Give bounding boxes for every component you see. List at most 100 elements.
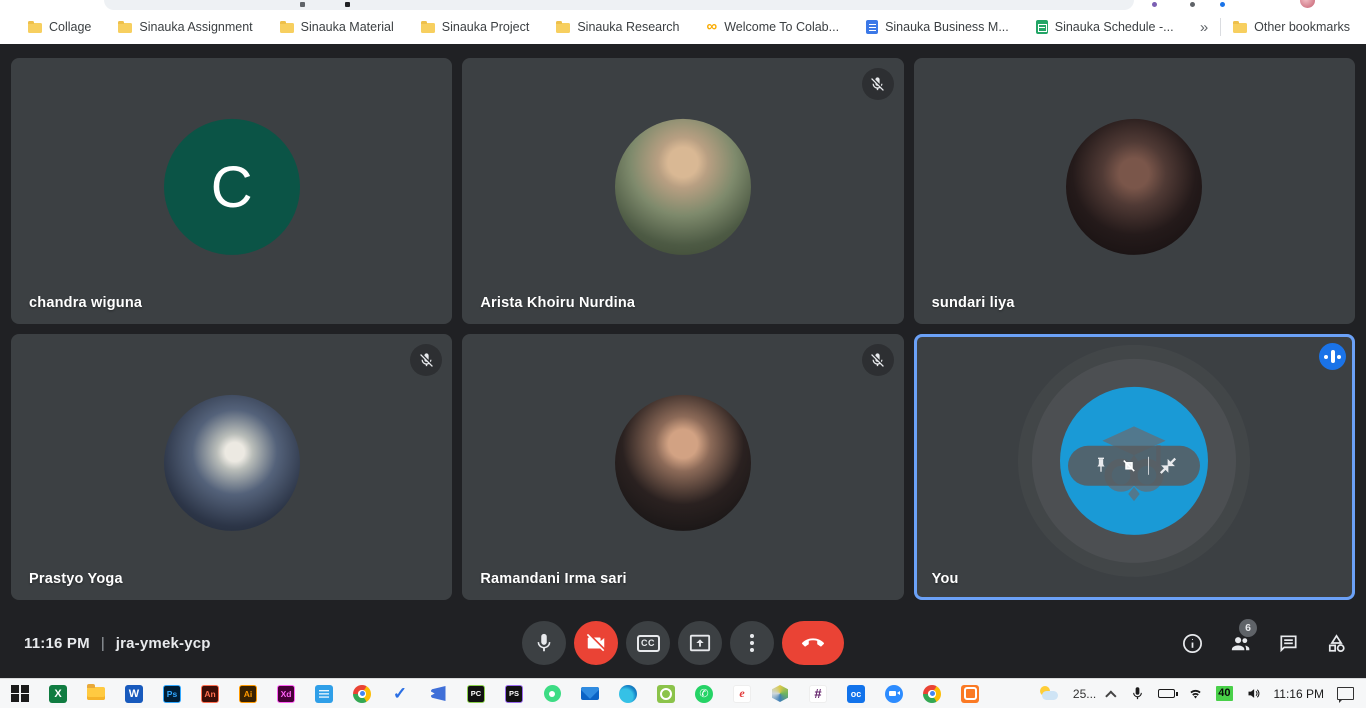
participant-count-badge: 6 bbox=[1239, 619, 1257, 637]
participant-tile-arista[interactable]: Arista Khoiru Nurdina bbox=[462, 58, 903, 324]
camera-off-frame-icon[interactable] bbox=[1120, 457, 1138, 475]
bookmark-sinauka-business[interactable]: Sinauka Business M... bbox=[866, 20, 1009, 34]
captions-button[interactable]: CC bbox=[626, 621, 670, 665]
chrome-window-icon[interactable] bbox=[922, 684, 942, 704]
pin-icon[interactable] bbox=[1092, 457, 1110, 475]
extension-icon-fragment bbox=[1220, 2, 1225, 7]
hexagon-app-icon[interactable] bbox=[770, 684, 790, 704]
participant-photo-avatar bbox=[615, 119, 751, 255]
call-end-icon bbox=[802, 632, 824, 654]
mic-off-icon bbox=[418, 352, 435, 369]
browser-profile-avatar[interactable] bbox=[1300, 0, 1315, 8]
action-center-icon[interactable] bbox=[1337, 687, 1354, 700]
participant-name: Arista Khoiru Nurdina bbox=[480, 295, 635, 311]
microphone-button[interactable] bbox=[522, 621, 566, 665]
phpstorm-icon[interactable]: PS bbox=[504, 684, 524, 704]
participant-name: sundari liya bbox=[932, 295, 1015, 311]
xampp-icon[interactable] bbox=[960, 684, 980, 704]
wifi-icon[interactable] bbox=[1188, 686, 1203, 701]
pycharm-icon[interactable]: PC bbox=[466, 684, 486, 704]
calendar-app-icon[interactable] bbox=[314, 684, 334, 704]
edge-icon[interactable] bbox=[618, 684, 638, 704]
shapes-icon bbox=[1325, 632, 1348, 655]
bookmarks-bar: Collage Sinauka Assignment Sinauka Mater… bbox=[0, 10, 1366, 44]
adobe-xd-icon[interactable]: Xd bbox=[276, 684, 296, 704]
start-button[interactable] bbox=[10, 684, 30, 704]
participant-photo-avatar bbox=[615, 395, 751, 531]
weather-icon[interactable] bbox=[1038, 686, 1060, 702]
todo-check-icon[interactable]: ✓ bbox=[390, 684, 410, 704]
meeting-details-button[interactable] bbox=[1181, 632, 1204, 655]
more-options-button[interactable] bbox=[730, 621, 774, 665]
minimize-tile-icon[interactable] bbox=[1159, 457, 1177, 475]
system-tray: 25... 40 11:16 PM bbox=[1038, 679, 1366, 708]
volume-icon[interactable] bbox=[1246, 686, 1261, 701]
mic-muted-badge bbox=[862, 344, 894, 376]
visual-studio-icon[interactable] bbox=[428, 684, 448, 704]
toolbar-divider bbox=[1148, 457, 1149, 475]
bookmark-sinauka-project[interactable]: Sinauka Project bbox=[421, 20, 530, 34]
participant-tile-chandra-wiguna[interactable]: C chandra wiguna bbox=[11, 58, 452, 324]
present-screen-button[interactable] bbox=[678, 621, 722, 665]
show-participants-button[interactable]: 6 bbox=[1229, 632, 1252, 655]
temperature-label[interactable]: 25... bbox=[1073, 687, 1096, 701]
participant-tile-sundari[interactable]: sundari liya bbox=[914, 58, 1355, 324]
chrome-icon[interactable] bbox=[352, 684, 372, 704]
battery-icon[interactable] bbox=[1158, 689, 1175, 698]
leave-call-button[interactable] bbox=[782, 621, 844, 665]
videocam-off-icon bbox=[585, 632, 607, 654]
excel-icon[interactable]: X bbox=[48, 684, 68, 704]
participant-tile-you-selected[interactable]: You bbox=[914, 334, 1355, 600]
bookmark-collage[interactable]: Collage bbox=[28, 20, 91, 34]
google-docs-icon bbox=[866, 20, 878, 34]
extension-icon-fragment bbox=[1152, 2, 1157, 7]
photoshop-icon[interactable]: Ps bbox=[162, 684, 182, 704]
meeting-code: jra-ymek-ycp bbox=[116, 635, 211, 652]
activities-button[interactable] bbox=[1325, 632, 1348, 655]
bookmark-sinauka-research[interactable]: Sinauka Research bbox=[556, 20, 679, 34]
call-controls: CC bbox=[522, 608, 844, 678]
participant-tile-prastyo[interactable]: Prastyo Yoga bbox=[11, 334, 452, 600]
file-explorer-icon[interactable] bbox=[86, 684, 106, 704]
slack-icon[interactable]: # bbox=[808, 684, 828, 704]
taskbar-clock[interactable]: 11:16 PM bbox=[1274, 687, 1324, 701]
zoom-app-icon[interactable] bbox=[884, 684, 904, 704]
hidden-icons-chevron-icon[interactable] bbox=[1105, 690, 1116, 701]
android-studio-icon[interactable] bbox=[542, 684, 562, 704]
meeting-info: 11:16 PM | jra-ymek-ycp bbox=[24, 608, 211, 678]
mic-off-icon bbox=[869, 76, 886, 93]
drawing-app-icon[interactable]: e bbox=[732, 684, 752, 704]
oc-app-icon[interactable]: oc bbox=[846, 684, 866, 704]
info-icon bbox=[1181, 632, 1204, 655]
battery-percent-badge[interactable]: 40 bbox=[1216, 686, 1232, 701]
chat-button[interactable] bbox=[1277, 632, 1300, 655]
bookmark-welcome-to-colab[interactable]: ∞ Welcome To Colab... bbox=[706, 20, 839, 34]
bookmark-sinauka-schedule[interactable]: Sinauka Schedule -... bbox=[1036, 20, 1174, 34]
mail-icon[interactable] bbox=[580, 684, 600, 704]
bookmarks-list: Collage Sinauka Assignment Sinauka Mater… bbox=[28, 20, 1190, 34]
bookmark-label: Sinauka Assignment bbox=[139, 20, 252, 34]
meeting-clock: 11:16 PM bbox=[24, 635, 90, 652]
folder-icon bbox=[28, 23, 42, 33]
colab-icon: ∞ bbox=[706, 22, 717, 32]
desktop-screen: Collage Sinauka Assignment Sinauka Mater… bbox=[0, 0, 1366, 708]
bookmark-label: Welcome To Colab... bbox=[724, 20, 839, 34]
participant-photo-avatar bbox=[164, 395, 300, 531]
participant-tile-ramandani[interactable]: Ramandani Irma sari bbox=[462, 334, 903, 600]
bookmark-sinauka-material[interactable]: Sinauka Material bbox=[280, 20, 394, 34]
browser-toolbar-sliver bbox=[0, 0, 1366, 10]
info-separator: | bbox=[101, 635, 105, 652]
tray-microphone-icon[interactable] bbox=[1130, 686, 1145, 701]
other-bookmarks-button[interactable]: Other bookmarks bbox=[1233, 20, 1350, 34]
bookmark-sinauka-assignment[interactable]: Sinauka Assignment bbox=[118, 20, 252, 34]
animate-icon[interactable]: An bbox=[200, 684, 220, 704]
screen-recorder-icon[interactable] bbox=[656, 684, 676, 704]
bookmarks-overflow-chevron-icon[interactable]: » bbox=[1190, 19, 1218, 36]
google-sheets-icon bbox=[1036, 20, 1048, 34]
whatsapp-icon[interactable]: ✆ bbox=[694, 684, 714, 704]
illustrator-icon[interactable]: Ai bbox=[238, 684, 258, 704]
camera-off-button[interactable] bbox=[574, 621, 618, 665]
word-icon[interactable]: W bbox=[124, 684, 144, 704]
participant-name: Ramandani Irma sari bbox=[480, 571, 626, 587]
participant-name: chandra wiguna bbox=[29, 295, 142, 311]
